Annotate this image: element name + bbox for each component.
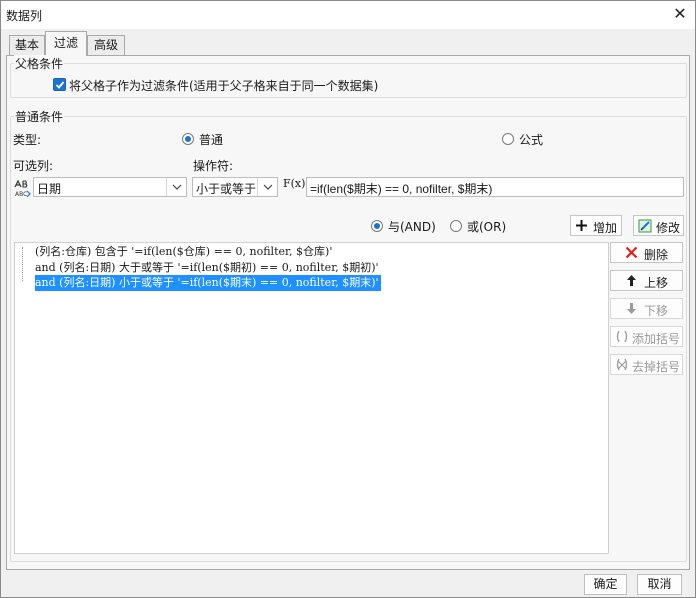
formula-editor-button[interactable]: F(x) — [283, 177, 305, 197]
checkmark-icon — [55, 81, 65, 89]
dialog-window: 数据列 ✕ 基本 过滤 高级 父格条件 将父格子作为过滤条件(适用于父子格来自于… — [0, 0, 696, 598]
chevron-down-icon[interactable] — [257, 178, 277, 196]
svg-text:ABC: ABC — [15, 191, 27, 198]
close-icon[interactable]: ✕ — [667, 3, 693, 25]
move-up-button-label: 上移 — [644, 276, 669, 290]
add-button-label: 增加 — [593, 221, 618, 235]
arrow-up-icon — [626, 274, 637, 290]
delete-x-icon — [625, 246, 638, 262]
type-formula-label: 公式 — [519, 133, 544, 147]
tab-basic-label: 基本 — [14, 38, 39, 52]
logic-or-radio[interactable] — [450, 220, 462, 232]
column-select-value: 日期 — [37, 182, 62, 196]
tab-advanced-label: 高级 — [93, 38, 118, 52]
remove-brackets-button-label: 去掉括号 — [632, 360, 681, 374]
tab-basic[interactable]: 基本 — [9, 35, 45, 55]
add-button[interactable]: 增加 — [570, 215, 622, 236]
tab-advanced[interactable]: 高级 — [87, 35, 125, 55]
add-brackets-button-label: 添加括号 — [632, 332, 681, 346]
modify-button-label: 修改 — [656, 221, 681, 235]
modify-button[interactable]: 修改 — [633, 215, 684, 236]
move-up-button[interactable]: 上移 — [610, 270, 683, 291]
logic-or-label: 或(OR) — [467, 220, 507, 234]
condition-list[interactable]: (列名:仓库) 包含于 '=if(len($仓库) == 0, nofilter… — [14, 242, 609, 554]
formula-input-value: =if(len($期末) == 0, nofilter, $期末) — [310, 182, 493, 196]
ok-button[interactable]: 确定 — [584, 574, 627, 595]
plus-icon — [575, 219, 588, 235]
operator-select[interactable]: 小于或等于 — [192, 177, 278, 197]
tab-filter[interactable]: 过滤 — [45, 31, 87, 56]
tree-connector — [22, 247, 23, 281]
type-normal-label: 普通 — [199, 133, 224, 147]
move-down-button[interactable]: 下移 — [610, 298, 683, 319]
chevron-down-icon[interactable] — [166, 178, 186, 196]
cancel-button-label: 取消 — [647, 577, 672, 591]
arrow-down-icon — [626, 302, 637, 318]
delete-button[interactable]: 删除 — [610, 242, 683, 263]
formula-input[interactable]: =if(len($期末) == 0, nofilter, $期末) — [306, 177, 684, 197]
type-label: 类型: — [13, 133, 42, 147]
delete-button-label: 删除 — [644, 248, 669, 262]
parent-filter-checkbox-label: 将父格子作为过滤条件(适用于父子格来自于同一个数据集) — [69, 79, 379, 93]
list-item-selected[interactable]: and (列名:日期) 小于或等于 '=if(len($期末) == 0, no… — [35, 275, 381, 291]
column-label: 可选列: — [13, 159, 54, 173]
title-bar: 数据列 ✕ — [1, 1, 695, 29]
remove-brackets-button[interactable]: 去掉括号 — [610, 354, 683, 375]
list-item[interactable]: (列名:仓库) 包含于 '=if(len($仓库) == 0, nofilter… — [35, 244, 332, 260]
normal-condition-legend: 普通条件 — [14, 108, 65, 125]
add-brackets-icon — [615, 330, 629, 346]
cancel-button[interactable]: 取消 — [637, 574, 682, 595]
edit-icon — [638, 219, 653, 236]
fx-icon: F(x) — [283, 177, 306, 190]
ok-button-label: 确定 — [593, 577, 618, 591]
add-brackets-button[interactable]: 添加括号 — [610, 326, 683, 347]
window-title: 数据列 — [6, 9, 43, 23]
operator-select-value: 小于或等于 — [196, 182, 257, 196]
move-down-button-label: 下移 — [644, 304, 669, 318]
list-item[interactable]: and (列名:日期) 大于或等于 '=if(len($期初) == 0, no… — [35, 260, 379, 276]
parent-filter-checkbox[interactable] — [53, 78, 66, 91]
remove-brackets-icon — [615, 358, 629, 374]
abc-column-icon: ABC — [13, 178, 33, 198]
type-formula-radio[interactable] — [502, 133, 514, 145]
parent-condition-legend: 父格条件 — [14, 55, 65, 72]
logic-and-label: 与(AND) — [388, 220, 436, 234]
column-select[interactable]: 日期 — [33, 177, 187, 197]
logic-and-radio[interactable] — [371, 220, 383, 232]
tab-filter-label: 过滤 — [53, 36, 78, 50]
type-normal-radio[interactable] — [182, 133, 194, 145]
operator-label: 操作符: — [193, 159, 234, 173]
